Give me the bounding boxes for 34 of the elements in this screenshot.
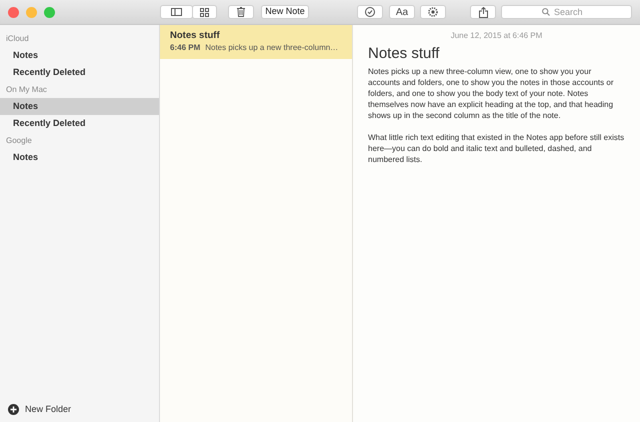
note-paragraph: What little rich text editing that existed in the Notes app before still exists here—you can do bold and italic text and bulleted, dashed, and numbered lists. <box>368 132 625 165</box>
sidebar-icon <box>171 8 182 16</box>
section-header: Google <box>5 135 33 147</box>
search-icon <box>542 8 550 16</box>
note-date: June 12, 2015 at 6:46 PM <box>450 30 544 41</box>
new-folder-button[interactable]: New Folder <box>25 402 72 416</box>
folder-item[interactable]: Recently Deleted <box>0 115 159 132</box>
add-icon[interactable] <box>8 404 19 415</box>
new-note-button[interactable]: New Note <box>261 5 309 19</box>
share-icon <box>478 6 488 18</box>
note-preview: Notes picks up a new three-column… <box>205 42 338 53</box>
folder-item[interactable]: Recently Deleted <box>0 64 159 81</box>
note-title: Notes stuff <box>170 30 221 42</box>
search-field[interactable]: Search <box>501 5 632 19</box>
note-paragraph: Notes picks up a new three-column view, one to show you your accounts and folders, one to show you the notes in those accounts or folders, and one to show you the body text of your note. Notes themselves now have an explicit heading at the top, and that heading shows up in the second column as the title of the note. <box>368 66 614 121</box>
folder-item[interactable]: Notes <box>0 98 159 115</box>
section-header: iCloud <box>5 33 30 45</box>
note-row[interactable]: Notes stuff 6:46 PM Notes picks up a new three-column… <box>160 25 352 59</box>
trash-icon <box>237 7 245 17</box>
folder-item[interactable]: Notes <box>0 149 159 166</box>
gear-icon <box>428 7 438 17</box>
sidebar-toggle-button[interactable] <box>160 5 193 19</box>
delete-button[interactable] <box>228 5 254 19</box>
share-button[interactable] <box>470 5 496 19</box>
checklist-button[interactable] <box>357 5 383 19</box>
note-time: 6:46 PM <box>170 42 200 53</box>
checkmark-icon <box>365 7 375 17</box>
grid-icon <box>200 8 209 16</box>
format-button[interactable]: Aa <box>389 5 415 19</box>
folder-item[interactable]: Notes <box>0 47 159 64</box>
media-button[interactable] <box>420 5 446 19</box>
note-heading: Notes stuff <box>368 45 440 63</box>
attachments-button[interactable] <box>192 5 217 19</box>
section-header: On My Mac <box>5 84 48 96</box>
